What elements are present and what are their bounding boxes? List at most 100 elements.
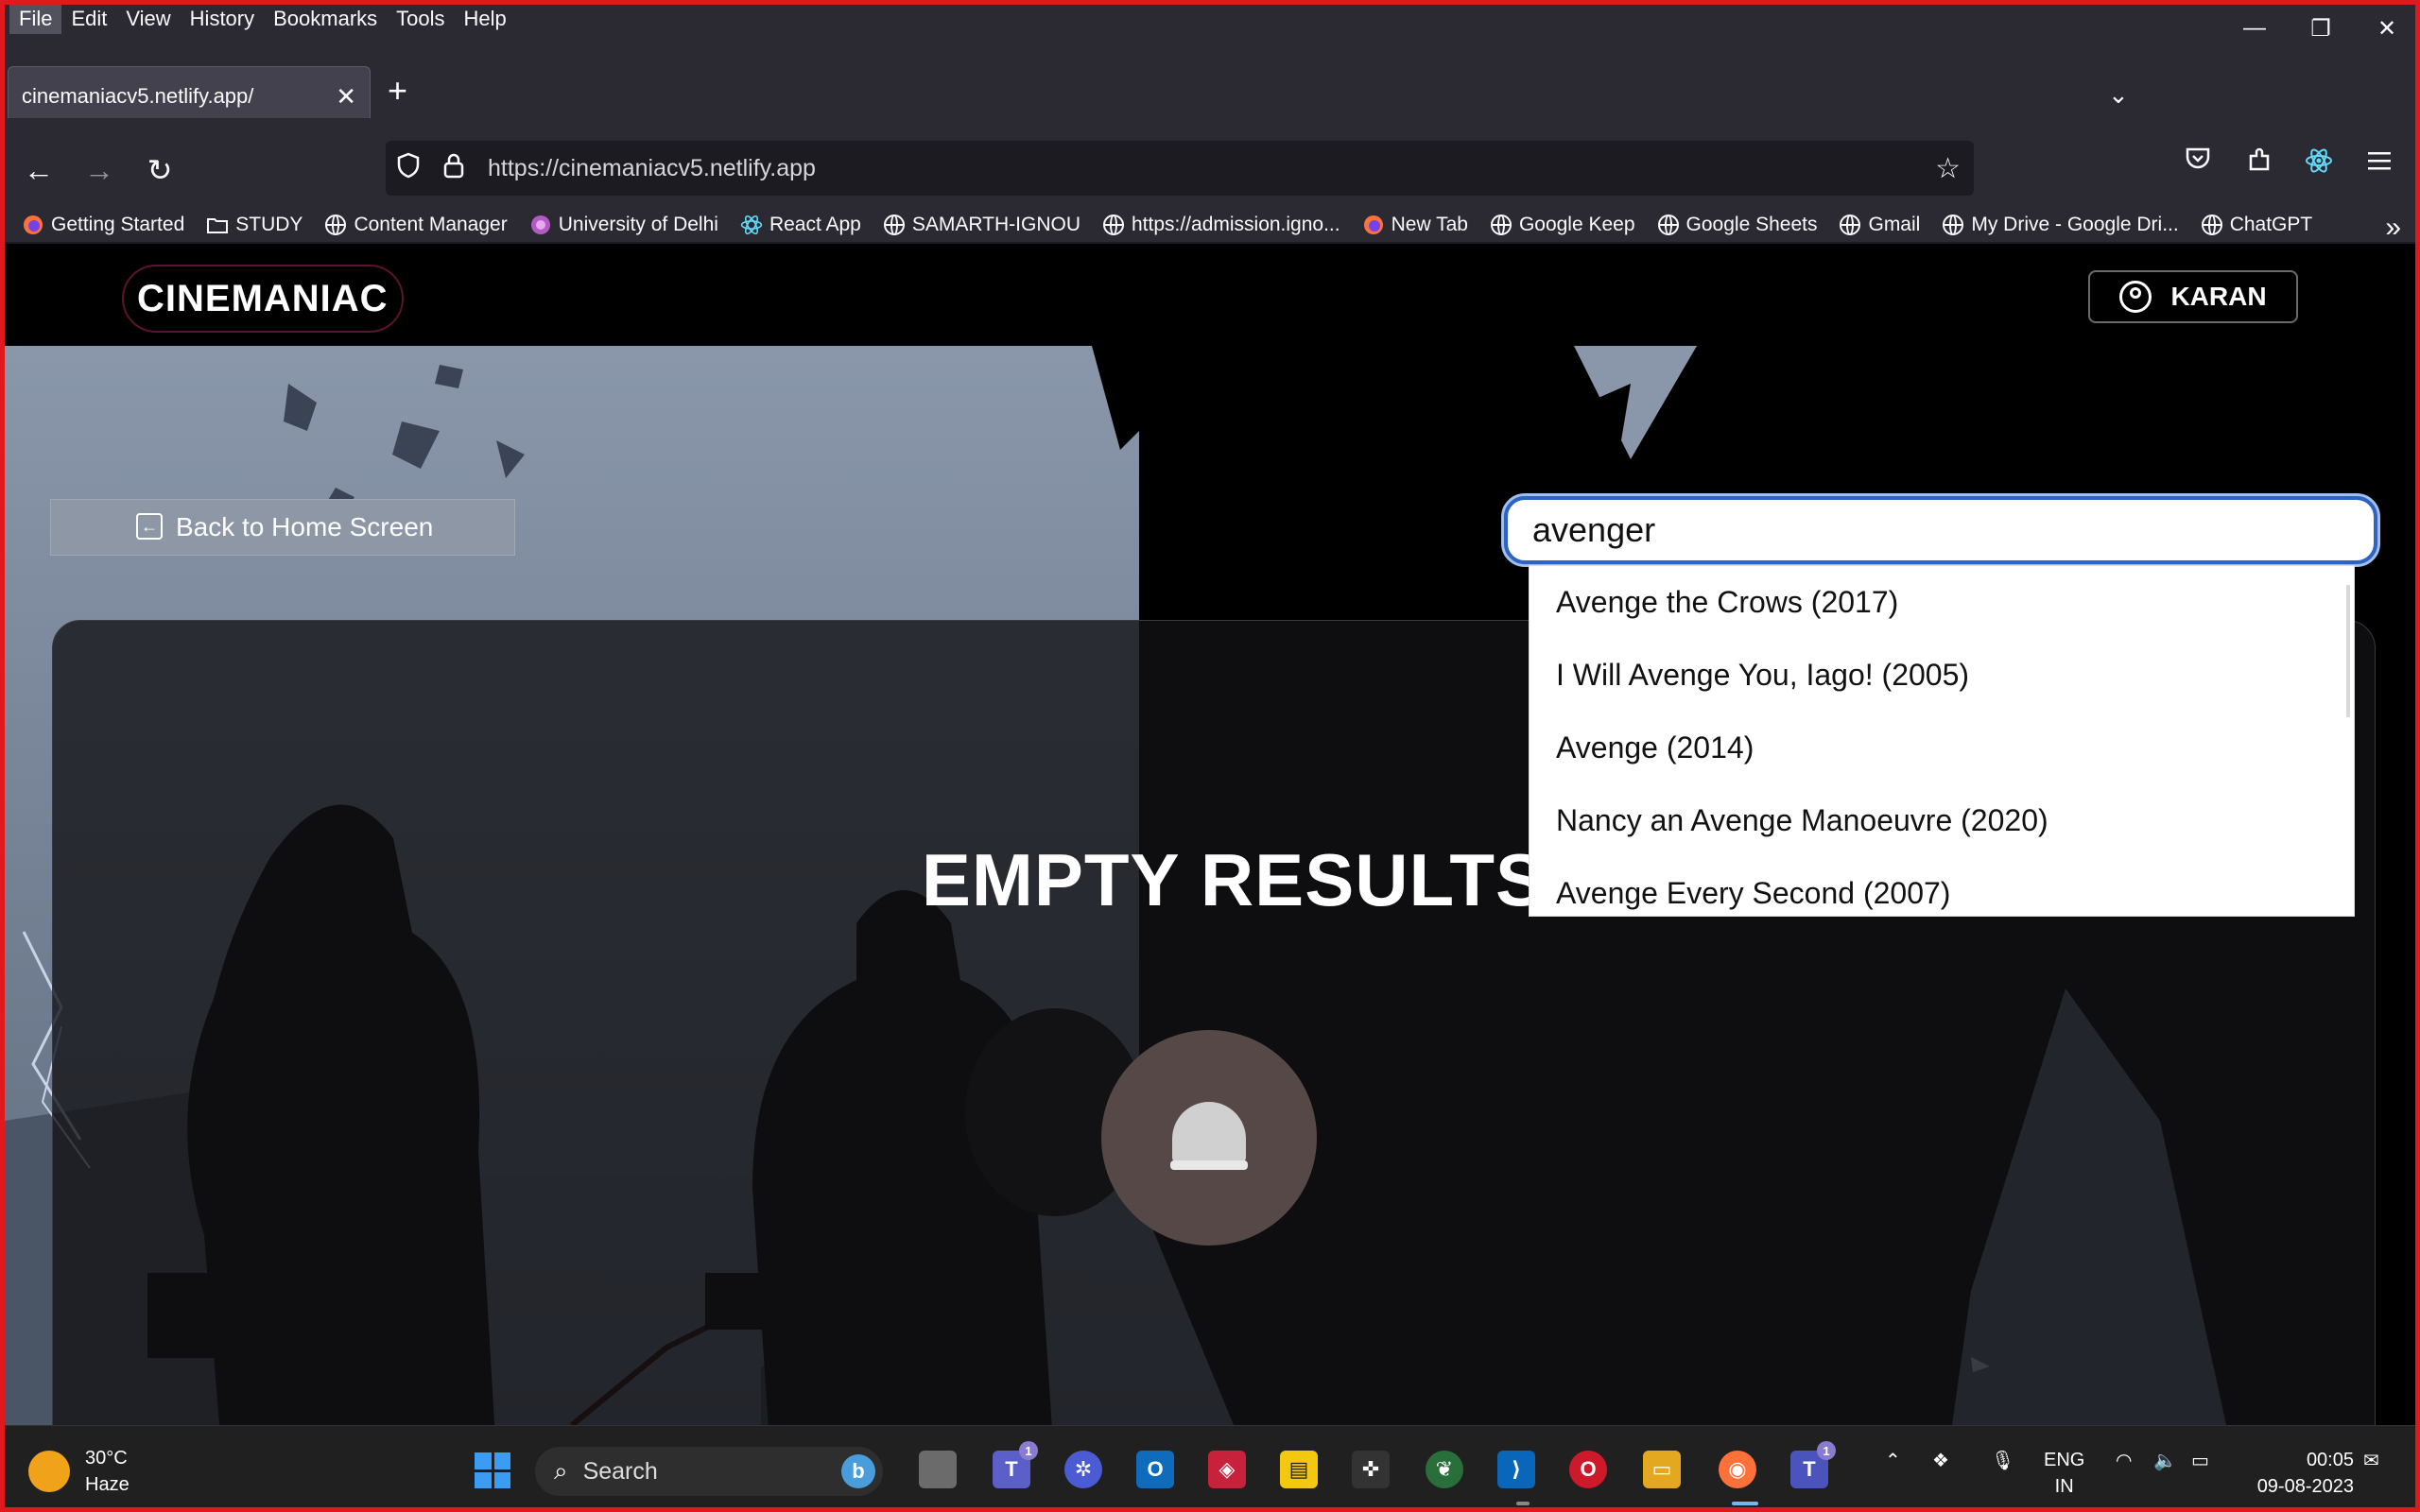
sticky-notes-icon[interactable]: ▤ xyxy=(1280,1451,1318,1488)
firefox-taskbar-icon[interactable]: ◉ xyxy=(1719,1451,1756,1488)
pocket-icon[interactable] xyxy=(2174,146,2221,179)
back-icon[interactable]: ← xyxy=(15,146,62,194)
windows-start-icon[interactable] xyxy=(475,1452,510,1488)
new-tab-button[interactable]: + xyxy=(388,74,407,108)
menu-history[interactable]: History xyxy=(181,4,264,34)
window-controls: — ❐ ✕ xyxy=(2221,0,2420,57)
menu-edit[interactable]: Edit xyxy=(61,4,116,34)
globe-icon xyxy=(882,213,907,237)
close-window-button[interactable]: ✕ xyxy=(2354,0,2420,57)
user-profile-button[interactable]: KARAN xyxy=(2088,270,2298,323)
search-suggestions-dropdown: Avenge the Crows (2017) I Will Avenge Yo… xyxy=(1529,565,2355,917)
hamburger-menu-icon[interactable] xyxy=(2356,146,2403,179)
minimize-button[interactable]: — xyxy=(2221,0,2288,57)
bookmark-study[interactable]: STUDY xyxy=(205,213,302,237)
battery-icon[interactable]: ▭ xyxy=(2191,1449,2209,1472)
bookmark-label: React App xyxy=(769,214,861,235)
suggestion-item[interactable]: I Will Avenge You, Iago! (2005) xyxy=(1530,639,2354,712)
bookmark-getting-started[interactable]: Getting Started xyxy=(21,213,184,237)
forward-icon[interactable]: → xyxy=(76,146,123,194)
bookmark-university-of-delhi[interactable]: University of Delhi xyxy=(528,213,718,237)
teams-chat-icon[interactable]: T1 xyxy=(993,1441,1038,1488)
globe-icon xyxy=(1838,213,1862,237)
user-circle-icon xyxy=(2119,281,2152,313)
app-launcher-icon[interactable]: ✲ xyxy=(1064,1451,1102,1488)
wifi-icon[interactable]: ◠ xyxy=(2116,1449,2132,1472)
menu-file[interactable]: File xyxy=(9,4,62,34)
taskbar-search-label: Search xyxy=(582,1457,658,1485)
menu-view[interactable]: View xyxy=(116,4,180,34)
tab-close-icon[interactable]: ✕ xyxy=(336,82,356,112)
globe-icon xyxy=(1941,213,1965,237)
weather-widget[interactable]: 30°C Haze xyxy=(28,1445,130,1498)
language-indicator[interactable]: ENG IN xyxy=(2044,1447,2084,1500)
extensions-icon[interactable] xyxy=(2237,146,2284,180)
file-explorer-icon[interactable]: ▭ xyxy=(1643,1451,1681,1488)
bookmark-samarth-ignou[interactable]: SAMARTH-IGNOU xyxy=(882,213,1080,237)
dropdown-scrollbar[interactable] xyxy=(2346,585,2350,717)
bookmark-new-tab[interactable]: New Tab xyxy=(1361,213,1468,237)
system-clock[interactable]: 00:05 09-08-2023 xyxy=(2240,1447,2354,1500)
bookmark-my-drive[interactable]: My Drive - Google Dri... xyxy=(1941,213,2179,237)
opera-icon[interactable]: O xyxy=(1569,1451,1607,1488)
bookmark-google-keep[interactable]: Google Keep xyxy=(1489,213,1635,237)
windows-taskbar: 30°C Haze ⌕ Search b T1 ✲ O ◈ ▤ ✜ ❦ ⟩ O … xyxy=(0,1425,2420,1512)
react-devtools-icon[interactable] xyxy=(2295,146,2342,182)
suggestion-item[interactable]: Avenge the Crows (2017) xyxy=(1530,566,2354,639)
url-text[interactable]: https://cinemaniacv5.netlify.app xyxy=(488,155,1935,182)
globe-icon xyxy=(1489,213,1513,237)
globe-icon xyxy=(2200,213,2224,237)
empty-results-title: EMPTY RESULTS xyxy=(921,838,1547,921)
back-button-label: Back to Home Screen xyxy=(176,512,434,541)
task-view-icon[interactable] xyxy=(919,1451,957,1488)
tab-bar: cinemaniacv5.netlify.app/ ✕ xyxy=(0,38,2420,127)
globe-icon xyxy=(1656,213,1681,237)
back-to-home-button[interactable]: ← Back to Home Screen xyxy=(50,499,515,556)
bookmark-admission-ignou[interactable]: https://admission.igno... xyxy=(1101,213,1340,237)
volume-icon[interactable]: 🔈 xyxy=(2153,1449,2177,1472)
site-logo[interactable]: CINEMANIAC xyxy=(122,265,404,333)
url-bar[interactable]: https://cinemaniacv5.netlify.app ☆ xyxy=(386,141,1974,196)
list-all-tabs-icon[interactable]: ⌄ xyxy=(2108,80,2129,110)
clock-date: 09-08-2023 xyxy=(2256,1476,2354,1497)
outlook-icon[interactable]: O xyxy=(1136,1451,1174,1488)
menu-tools[interactable]: Tools xyxy=(387,4,454,34)
mongodb-icon[interactable]: ❦ xyxy=(1426,1451,1463,1488)
suggestion-item[interactable]: Avenge Every Second (2007) xyxy=(1530,857,2354,916)
menu-bookmarks[interactable]: Bookmarks xyxy=(264,4,387,34)
notification-icon[interactable]: ✉ xyxy=(2363,1449,2379,1472)
suggestion-item[interactable]: Avenge (2014) xyxy=(1530,712,2354,784)
restore-button[interactable]: ❐ xyxy=(2288,0,2354,57)
bookmark-gmail[interactable]: Gmail xyxy=(1838,213,1920,237)
taskbar-search[interactable]: ⌕ Search b xyxy=(535,1447,883,1496)
tray-overflow-icon[interactable]: ⌃ xyxy=(1885,1449,1901,1472)
app-tool-icon[interactable]: ✜ xyxy=(1352,1451,1390,1488)
user-name: KARAN xyxy=(2170,282,2267,311)
lock-icon[interactable] xyxy=(431,152,476,185)
bing-icon[interactable]: b xyxy=(841,1454,875,1488)
shield-icon[interactable] xyxy=(386,152,431,185)
microphone-icon[interactable]: 🎙 xyxy=(1991,1449,2014,1472)
globe-icon xyxy=(1101,213,1126,237)
bookmark-label: Content Manager xyxy=(354,214,508,235)
firefox-icon xyxy=(1361,213,1386,237)
app-red-icon[interactable]: ◈ xyxy=(1208,1451,1246,1488)
bookmark-react-app[interactable]: React App xyxy=(739,213,861,237)
suggestion-item[interactable]: Nancy an Avenge Manoeuvre (2020) xyxy=(1530,784,2354,857)
bookmark-google-sheets[interactable]: Google Sheets xyxy=(1656,213,1818,237)
weather-desc: Haze xyxy=(85,1474,130,1495)
tray-app-icon[interactable]: ❖ xyxy=(1932,1449,1949,1472)
vscode-icon[interactable]: ⟩ xyxy=(1497,1451,1535,1488)
bookmark-label: Google Keep xyxy=(1518,214,1635,235)
search-input[interactable]: avenger xyxy=(1501,493,2380,567)
bookmark-chatgpt[interactable]: ChatGPT xyxy=(2200,213,2312,237)
menu-help[interactable]: Help xyxy=(455,4,516,34)
bookmark-content-manager[interactable]: Content Manager xyxy=(323,213,508,237)
reload-icon[interactable]: ↻ xyxy=(136,146,183,194)
teams-icon[interactable]: T1 xyxy=(1790,1441,1836,1488)
bookmark-label: Google Sheets xyxy=(1685,214,1818,235)
bookmark-star-icon[interactable]: ☆ xyxy=(1935,152,1961,185)
globe-icon xyxy=(323,213,348,237)
bookmarks-overflow-icon[interactable]: » xyxy=(2385,212,2401,244)
bookmark-label: STUDY xyxy=(235,214,303,235)
